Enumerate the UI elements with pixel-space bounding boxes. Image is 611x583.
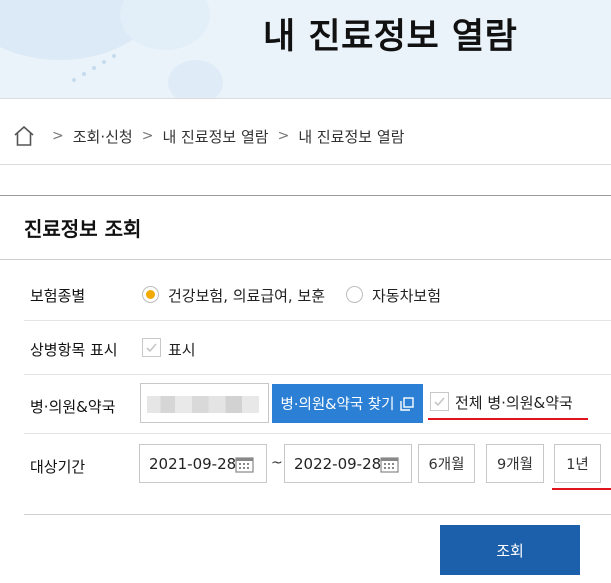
highlight-underline — [552, 488, 611, 490]
form-bottom-divider — [24, 514, 611, 515]
find-hospital-button[interactable]: 병·의원&약국 찾기 — [272, 384, 423, 423]
date-separator: ~ — [271, 455, 283, 471]
end-date-input[interactable]: 2022-09-28 — [284, 444, 412, 483]
end-date-value: 2022-09-28 — [294, 454, 382, 473]
banner-decoration — [120, 0, 210, 50]
radio-car-insurance[interactable] — [346, 286, 363, 303]
period-9-months-button[interactable]: 9개월 — [486, 444, 544, 483]
breadcrumb-item[interactable]: 내 진료정보 열람 — [162, 126, 268, 147]
section-title: 진료정보 조회 — [24, 217, 142, 241]
radio-label[interactable]: 건강보험, 의료급여, 보훈 — [168, 285, 325, 306]
banner-dot — [102, 60, 106, 64]
chevron-right-icon: > — [141, 128, 154, 144]
page-banner: 내 진료정보 열람 — [0, 0, 611, 98]
banner-dot — [112, 54, 116, 58]
checkbox-label[interactable]: 전체 병·의원&약국 — [455, 392, 573, 413]
breadcrumb-item[interactable]: 조회·신청 — [73, 126, 133, 147]
insurance-type-label: 보험종별 — [30, 287, 86, 305]
start-date-value: 2021-09-28 — [149, 454, 237, 473]
calendar-icon[interactable] — [235, 456, 254, 473]
find-hospital-label: 병·의원&약국 찾기 — [280, 397, 395, 413]
period-label: 대상기간 — [30, 458, 86, 476]
all-hospitals-checkbox[interactable] — [430, 392, 449, 411]
banner-dot — [92, 66, 96, 70]
show-disease-checkbox[interactable] — [142, 338, 161, 357]
popup-icon — [400, 396, 415, 411]
radio-label[interactable]: 자동차보험 — [372, 285, 441, 306]
chevron-right-icon: > — [277, 128, 290, 144]
check-icon — [146, 343, 157, 353]
row-divider — [24, 374, 611, 375]
page-title: 내 진료정보 열람 — [263, 17, 518, 57]
banner-dot — [82, 72, 86, 76]
section-divider — [0, 259, 611, 260]
checkbox-label[interactable]: 표시 — [168, 339, 196, 360]
hospital-name-input[interactable] — [140, 383, 269, 423]
radio-health-insurance[interactable] — [142, 286, 159, 303]
banner-dot — [72, 78, 76, 82]
divider — [0, 164, 611, 165]
highlight-underline — [428, 418, 588, 420]
row-divider — [24, 433, 611, 434]
search-button[interactable]: 조회 — [440, 525, 580, 575]
period-1-year-button[interactable]: 1년 — [554, 444, 601, 483]
banner-decoration — [168, 60, 223, 98]
chevron-right-icon: > — [52, 128, 64, 144]
row-divider — [24, 320, 611, 321]
start-date-input[interactable]: 2021-09-28 — [139, 444, 267, 483]
breadcrumb: > 조회·신청 > 내 진료정보 열람 > 내 진료정보 열람 — [13, 123, 404, 149]
breadcrumb-item-current[interactable]: 내 진료정보 열람 — [298, 126, 404, 147]
home-icon[interactable] — [13, 125, 35, 147]
hospital-label: 병·의원&약국 — [30, 398, 116, 416]
check-icon — [434, 397, 445, 407]
section-divider — [0, 195, 611, 196]
disease-display-label: 상병항목 표시 — [30, 341, 118, 359]
period-6-months-button[interactable]: 6개월 — [418, 444, 475, 483]
masked-value — [147, 396, 259, 413]
divider — [0, 98, 611, 99]
calendar-icon[interactable] — [380, 456, 399, 473]
